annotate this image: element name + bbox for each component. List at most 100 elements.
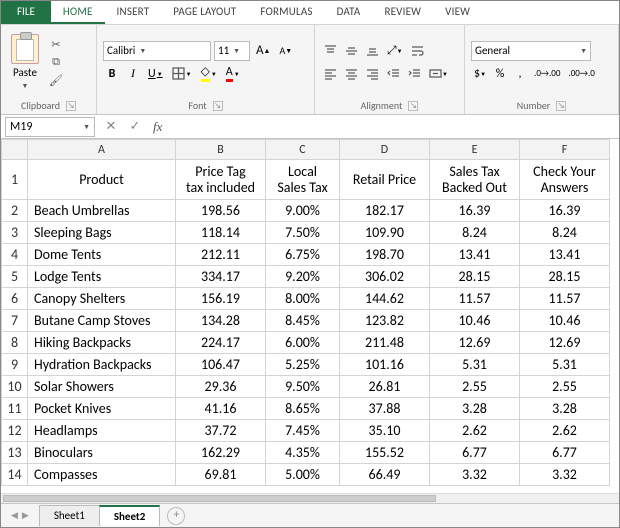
column-header-C[interactable]: C (266, 140, 340, 160)
cell[interactable]: 3.28 (430, 398, 520, 420)
row-header[interactable]: 11 (2, 398, 28, 420)
row-header[interactable]: 1 (2, 160, 28, 200)
row-header[interactable]: 13 (2, 442, 28, 464)
cell[interactable]: 5.25% (266, 354, 340, 376)
cell[interactable]: 28.15 (520, 266, 610, 288)
cell[interactable]: 8.24 (430, 222, 520, 244)
cell[interactable]: 3.32 (520, 464, 610, 486)
align-middle-button[interactable] (342, 41, 361, 61)
cell[interactable]: 118.14 (176, 222, 266, 244)
font-color-button[interactable]: A▼ (223, 64, 243, 84)
cell[interactable]: 2.62 (430, 420, 520, 442)
cell[interactable]: LocalSales Tax (266, 160, 340, 200)
column-header-E[interactable]: E (430, 140, 520, 160)
cell[interactable]: 7.45% (266, 420, 340, 442)
tab-formulas[interactable]: FORMULAS (248, 1, 324, 24)
cell[interactable]: 109.90 (340, 222, 430, 244)
font-size-combo[interactable]: 11▼ (214, 41, 250, 61)
cell[interactable]: 26.81 (340, 376, 430, 398)
cell[interactable]: Beach Umbrellas (28, 200, 176, 222)
cell[interactable]: Sleeping Bags (28, 222, 176, 244)
cell[interactable]: Sales TaxBacked Out (430, 160, 520, 200)
cell[interactable]: 198.56 (176, 200, 266, 222)
bold-button[interactable]: B (103, 64, 121, 84)
cell[interactable]: 6.77 (520, 442, 610, 464)
formula-input[interactable] (168, 116, 619, 138)
cell[interactable]: Lodge Tents (28, 266, 176, 288)
cell[interactable]: Butane Camp Stoves (28, 310, 176, 332)
accounting-format-button[interactable]: $▼ (471, 64, 489, 84)
cell[interactable]: Retail Price (340, 160, 430, 200)
cell[interactable]: 5.31 (520, 354, 610, 376)
row-header[interactable]: 12 (2, 420, 28, 442)
enter-formula-button[interactable]: ✓ (123, 119, 147, 134)
sheet-nav-prev[interactable]: ◀ (11, 510, 18, 521)
cell[interactable]: Binoculars (28, 442, 176, 464)
cell[interactable]: 8.24 (520, 222, 610, 244)
row-header[interactable]: 7 (2, 310, 28, 332)
horizontal-scrollbar[interactable] (1, 493, 619, 503)
cell[interactable]: 306.02 (340, 266, 430, 288)
comma-format-button[interactable]: , (511, 64, 529, 84)
cell[interactable]: 8.45% (266, 310, 340, 332)
sheet-tab-sheet2[interactable]: Sheet2 (99, 505, 161, 526)
tab-review[interactable]: REVIEW (372, 1, 433, 24)
cell[interactable]: 334.17 (176, 266, 266, 288)
tab-data[interactable]: DATA (325, 1, 373, 24)
add-sheet-button[interactable]: + (167, 507, 185, 525)
decrease-indent-button[interactable] (384, 64, 403, 84)
tab-view[interactable]: VIEW (433, 1, 482, 24)
cell[interactable]: 35.10 (340, 420, 430, 442)
cell[interactable]: Hydration Backpacks (28, 354, 176, 376)
cell[interactable]: 8.00% (266, 288, 340, 310)
cell[interactable]: 69.81 (176, 464, 266, 486)
cell[interactable]: Product (28, 160, 176, 200)
cell[interactable]: 4.35% (266, 442, 340, 464)
cell[interactable]: Hiking Backpacks (28, 332, 176, 354)
cell[interactable]: 10.46 (520, 310, 610, 332)
select-all-button[interactable] (2, 140, 28, 160)
cell[interactable]: 101.16 (340, 354, 430, 376)
row-header[interactable]: 2 (2, 200, 28, 222)
orientation-button[interactable]: ⤢▼ (384, 41, 406, 61)
decrease-decimal-button[interactable]: .00→.0 (565, 64, 597, 84)
cell[interactable]: 134.28 (176, 310, 266, 332)
cell[interactable]: 106.47 (176, 354, 266, 376)
cell[interactable]: 212.11 (176, 244, 266, 266)
cancel-formula-button[interactable]: ✕ (99, 119, 123, 134)
cell[interactable]: 37.72 (176, 420, 266, 442)
align-top-button[interactable] (321, 41, 340, 61)
cell[interactable]: Pocket Knives (28, 398, 176, 420)
cell[interactable]: 156.19 (176, 288, 266, 310)
align-left-button[interactable] (321, 64, 340, 84)
cell[interactable]: 37.88 (340, 398, 430, 420)
percent-format-button[interactable]: % (491, 64, 509, 84)
cell[interactable]: 16.39 (520, 200, 610, 222)
row-header[interactable]: 8 (2, 332, 28, 354)
column-header-B[interactable]: B (176, 140, 266, 160)
sheet-nav-next[interactable]: ▶ (22, 510, 29, 521)
cell[interactable]: 28.15 (430, 266, 520, 288)
cell[interactable]: 144.62 (340, 288, 430, 310)
cell[interactable]: Canopy Shelters (28, 288, 176, 310)
tab-page-layout[interactable]: PAGE LAYOUT (161, 1, 248, 24)
cell[interactable]: 2.62 (520, 420, 610, 442)
cell[interactable]: 29.36 (176, 376, 266, 398)
cell[interactable]: 2.55 (430, 376, 520, 398)
cell[interactable]: 198.70 (340, 244, 430, 266)
underline-button[interactable]: U▼ (145, 64, 166, 84)
increase-decimal-button[interactable]: .0→.00 (531, 64, 563, 84)
row-header[interactable]: 14 (2, 464, 28, 486)
copy-button[interactable]: ⧉ (47, 54, 65, 70)
cell[interactable]: 9.20% (266, 266, 340, 288)
cell[interactable]: 3.32 (430, 464, 520, 486)
sheet-tab-sheet1[interactable]: Sheet1 (39, 505, 100, 526)
cell[interactable]: 10.46 (430, 310, 520, 332)
cell[interactable]: 182.17 (340, 200, 430, 222)
font-launcher[interactable]: ↘ (213, 101, 223, 111)
cell[interactable]: 2.55 (520, 376, 610, 398)
cell[interactable]: 155.52 (340, 442, 430, 464)
row-header[interactable]: 3 (2, 222, 28, 244)
cell[interactable]: Solar Showers (28, 376, 176, 398)
align-bottom-button[interactable] (363, 41, 382, 61)
